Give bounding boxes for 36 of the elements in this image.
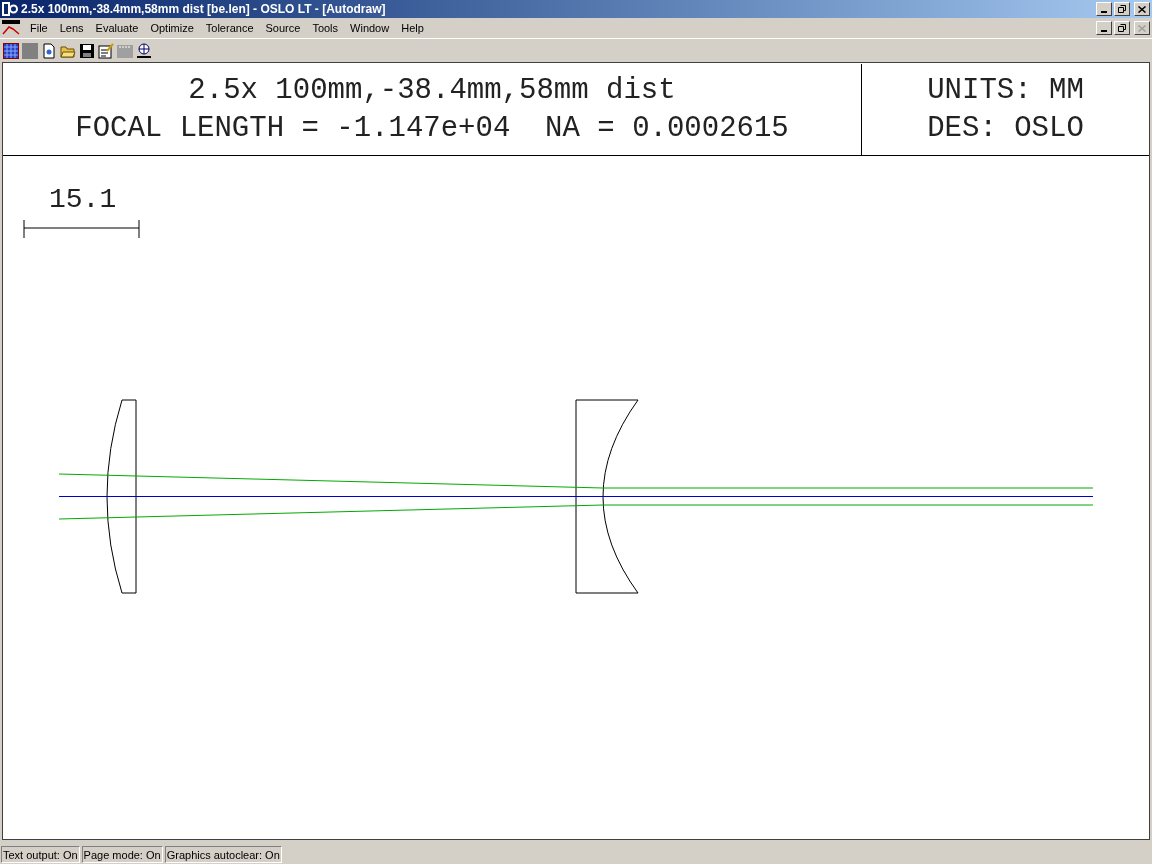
scale-label: 15.1 bbox=[49, 184, 117, 216]
window-title: 2.5x 100mm,-38.4mm,58mm dist [be.len] - OSLO LT - [Autodraw] bbox=[21, 1, 387, 18]
status-panel: Text output: On bbox=[1, 846, 80, 863]
app-icon bbox=[2, 1, 18, 17]
target-icon[interactable] bbox=[136, 42, 152, 59]
close-icon bbox=[1138, 5, 1146, 13]
menu-item[interactable]: Lens bbox=[53, 19, 90, 37]
restore-icon bbox=[1118, 24, 1126, 32]
menu-item[interactable]: Window bbox=[344, 19, 396, 37]
menu-item[interactable]: Tools bbox=[306, 19, 345, 37]
document-icon[interactable] bbox=[2, 20, 20, 36]
menu-item[interactable]: File bbox=[24, 19, 54, 37]
new-page-icon[interactable] bbox=[41, 42, 57, 59]
lens-title: 2.5x 100mm,-38.4mm,58mm dist bbox=[188, 72, 676, 109]
units-text: UNITS: MM bbox=[927, 72, 1084, 109]
close-icon bbox=[1138, 24, 1146, 32]
menu-item[interactable]: Help bbox=[395, 19, 430, 37]
designer-text: DES: OSLO bbox=[927, 110, 1084, 147]
minimize-icon bbox=[1101, 11, 1107, 13]
restore-icon bbox=[1118, 5, 1126, 13]
save-icon[interactable] bbox=[79, 42, 95, 59]
menu-item[interactable]: Evaluate bbox=[89, 19, 145, 37]
menu-item[interactable]: Source bbox=[259, 19, 307, 37]
focal-length-text: FOCAL LENGTH = -1.147e+04 NA = 0.0002615 bbox=[75, 110, 789, 147]
menu-item[interactable]: Tolerance bbox=[199, 19, 260, 37]
minimize-button[interactable] bbox=[1096, 2, 1112, 16]
close-button[interactable] bbox=[1134, 2, 1150, 16]
minimize-button[interactable] bbox=[1096, 21, 1112, 35]
status-panel: Graphics autoclear: On bbox=[164, 846, 282, 863]
restore-button[interactable] bbox=[1114, 21, 1130, 35]
status-panel: Page mode: On bbox=[81, 846, 163, 863]
minimize-icon bbox=[1101, 30, 1107, 32]
edit-icon[interactable] bbox=[98, 42, 114, 59]
grid-icon[interactable] bbox=[3, 42, 19, 59]
restore-button[interactable] bbox=[1114, 2, 1130, 16]
menu-item[interactable]: Optimize bbox=[144, 19, 200, 37]
